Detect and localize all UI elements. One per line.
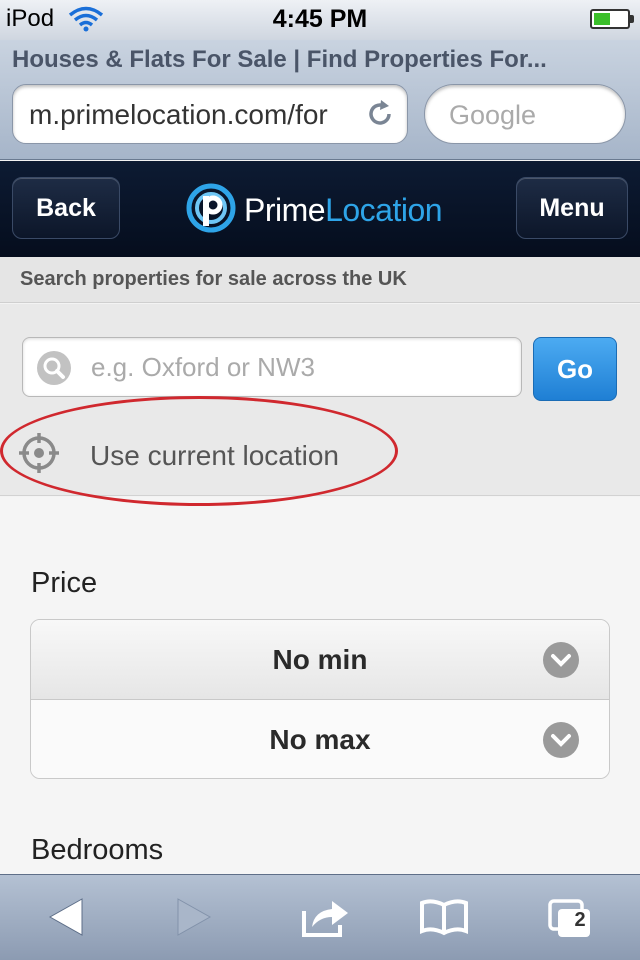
price-min-select[interactable]: No min xyxy=(31,620,609,700)
search-icon xyxy=(37,351,71,385)
status-bar: iPod 4:45 PM xyxy=(0,0,640,40)
price-max-select[interactable]: No max xyxy=(31,700,609,778)
logo-icon xyxy=(186,183,236,238)
chevron-down-icon xyxy=(543,642,579,678)
price-label: Price xyxy=(31,567,98,599)
logo-text-prime: Prime xyxy=(244,191,326,228)
bookmarks-icon[interactable] xyxy=(418,895,470,944)
menu-button[interactable]: Menu xyxy=(516,177,628,239)
search-placeholder: Google xyxy=(449,100,537,130)
search-field[interactable]: Google xyxy=(424,84,626,144)
share-icon[interactable] xyxy=(300,895,352,944)
filters-section: Price No min No max Bedrooms xyxy=(0,497,640,875)
tagline: Search properties for sale across the UK xyxy=(20,268,407,290)
page-title: Houses & Flats For Sale | Find Propertie… xyxy=(12,46,547,73)
url-field[interactable]: m.primelocation.com/for xyxy=(12,84,408,144)
logo[interactable]: Prime Location xyxy=(186,183,443,238)
location-search-input[interactable]: e.g. Oxford or NW3 xyxy=(22,337,522,397)
chevron-down-icon xyxy=(543,722,579,758)
bedrooms-label: Bedrooms xyxy=(31,834,164,866)
tab-count: 2 xyxy=(574,909,586,931)
url-text: m.primelocation.com/for xyxy=(29,99,328,130)
tagline-bar: Search properties for sale across the UK xyxy=(0,257,640,303)
price-max-value: No max xyxy=(269,724,371,755)
price-min-value: No min xyxy=(272,643,368,675)
site-header: Back Prime Location Menu xyxy=(0,161,640,257)
location-placeholder: e.g. Oxford or NW3 xyxy=(91,352,315,382)
forward-arrow-icon[interactable] xyxy=(174,895,214,944)
battery-icon xyxy=(590,9,634,29)
browser-toolbar: 2 xyxy=(0,874,640,960)
annotation-ellipse xyxy=(0,396,398,506)
back-button[interactable]: Back xyxy=(12,177,120,239)
logo-text-location: Location xyxy=(325,191,443,228)
back-arrow-icon[interactable] xyxy=(46,895,86,944)
go-button[interactable]: Go xyxy=(533,337,617,401)
clock: 4:45 PM xyxy=(272,5,368,33)
tabs-icon[interactable]: 2 xyxy=(546,897,594,944)
reload-icon[interactable] xyxy=(365,99,395,134)
price-select-group: No min No max xyxy=(30,619,610,779)
browser-chrome: Houses & Flats For Sale | Find Propertie… xyxy=(0,40,640,160)
